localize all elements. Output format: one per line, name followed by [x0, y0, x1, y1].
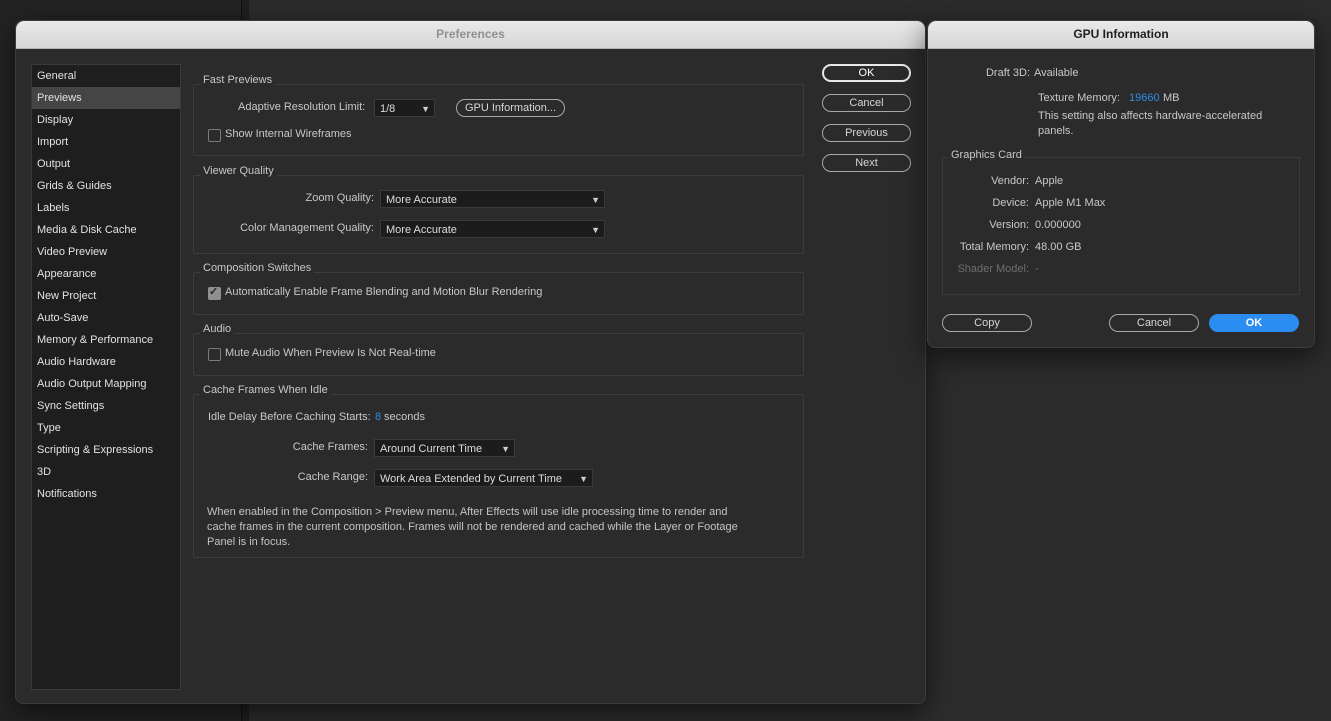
sidebar-item-type[interactable]: Type	[32, 417, 180, 439]
cache-range-label: Cache Range:	[297, 471, 368, 483]
sidebar-item-audio-hardware[interactable]: Audio Hardware	[32, 351, 180, 373]
sidebar-item-auto-save[interactable]: Auto-Save	[32, 307, 180, 329]
preferences-dialog: Preferences General Previews Display Import…	[15, 20, 926, 704]
version-value: 0.000000	[1035, 219, 1081, 231]
preferences-title: Preferences	[16, 21, 925, 49]
show-wireframes-checkbox[interactable]	[208, 129, 221, 142]
sidebar-item-labels[interactable]: Labels	[32, 197, 180, 219]
draft-3d-label: Draft 3D:	[985, 67, 1030, 79]
gpu-information-button[interactable]: GPU Information...	[456, 99, 565, 117]
sidebar-item-video-preview[interactable]: Video Preview	[32, 241, 180, 263]
sidebar-item-display[interactable]: Display	[32, 109, 180, 131]
texture-memory-note: This setting also affects hardware-accel…	[1038, 110, 1263, 122]
viewer-quality-title: Viewer Quality	[200, 165, 277, 177]
cache-description: When enabled in the Composition > Previe…	[207, 505, 752, 550]
color-management-label: Color Management Quality:	[240, 222, 374, 234]
sidebar-item-notifications[interactable]: Notifications	[32, 483, 180, 505]
gpu-cancel-button[interactable]: Cancel	[1109, 314, 1199, 332]
device-value: Apple M1 Max	[1035, 197, 1106, 209]
cache-description-line: Panel is in focus.	[207, 536, 291, 548]
total-memory-value: 48.00 GB	[1035, 241, 1082, 253]
gpu-information-dialog: GPU Information Draft 3D: Available Text…	[927, 20, 1315, 348]
cache-frames-label: Cache Frames:	[292, 441, 368, 453]
copy-button[interactable]: Copy	[942, 314, 1032, 332]
gpu-information-title: GPU Information	[928, 21, 1314, 49]
audio-group: Audio Mute Audio When Preview Is Not Rea…	[193, 323, 804, 376]
sidebar-item-new-project[interactable]: New Project	[32, 285, 180, 307]
cache-frames-select[interactable]: Around Current Time ▼	[374, 439, 515, 457]
sidebar-item-general[interactable]: General	[32, 65, 180, 87]
chevron-down-icon: ▼	[591, 225, 600, 235]
zoom-quality-select[interactable]: More Accurate ▼	[380, 190, 605, 208]
shader-model-value: -	[1035, 263, 1039, 275]
color-management-value: More Accurate	[386, 224, 457, 236]
texture-memory-note: panels.	[1038, 125, 1074, 137]
sidebar-item-grids-guides[interactable]: Grids & Guides	[32, 175, 180, 197]
cache-range-select[interactable]: Work Area Extended by Current Time ▼	[374, 469, 593, 487]
texture-memory-label: Texture Memory:	[1038, 92, 1120, 104]
audio-title: Audio	[200, 323, 235, 335]
composition-switches-title: Composition Switches	[200, 262, 315, 274]
sidebar-item-media-disk-cache[interactable]: Media & Disk Cache	[32, 219, 180, 241]
adaptive-resolution-label: Adaptive Resolution Limit:	[238, 101, 366, 113]
checkmark-icon: ✓	[209, 286, 219, 298]
cache-range-value: Work Area Extended by Current Time	[380, 473, 562, 485]
mute-audio-label: Mute Audio When Preview Is Not Real-time	[225, 347, 436, 359]
idle-delay-value[interactable]: 8	[375, 411, 381, 423]
next-button[interactable]: Next	[822, 154, 911, 172]
chevron-down-icon: ▼	[421, 104, 430, 114]
cache-frames-title: Cache Frames When Idle	[200, 384, 331, 396]
sidebar-item-memory-performance[interactable]: Memory & Performance	[32, 329, 180, 351]
previous-button[interactable]: Previous	[822, 124, 911, 142]
show-wireframes-label: Show Internal Wireframes	[225, 128, 352, 140]
frame-blending-label: Automatically Enable Frame Blending and …	[225, 286, 543, 298]
graphics-card-title: Graphics Card	[948, 149, 1025, 161]
sidebar-item-sync-settings[interactable]: Sync Settings	[32, 395, 180, 417]
sidebar-item-scripting-expressions[interactable]: Scripting & Expressions	[32, 439, 180, 461]
sidebar-item-audio-output-mapping[interactable]: Audio Output Mapping	[32, 373, 180, 395]
draft-3d-value: Available	[1034, 67, 1079, 79]
color-management-select[interactable]: More Accurate ▼	[380, 220, 605, 238]
texture-memory-value[interactable]: 19660	[1129, 92, 1160, 104]
cache-description-line: When enabled in the Composition > Previe…	[207, 506, 728, 518]
sidebar-item-previews[interactable]: Previews	[32, 87, 180, 109]
zoom-quality-label: Zoom Quality:	[305, 192, 374, 204]
vendor-value: Apple	[1035, 175, 1064, 187]
sidebar-item-output[interactable]: Output	[32, 153, 180, 175]
adaptive-resolution-value: 1/8	[380, 103, 396, 115]
cancel-button[interactable]: Cancel	[822, 94, 911, 112]
sidebar-item-3d[interactable]: 3D	[32, 461, 180, 483]
cache-frames-value: Around Current Time	[380, 443, 483, 455]
chevron-down-icon: ▼	[579, 474, 588, 484]
idle-delay-label: Idle Delay Before Caching Starts:	[208, 411, 371, 423]
version-label: Version:	[989, 219, 1029, 231]
chevron-down-icon: ▼	[591, 195, 600, 205]
vendor-label: Vendor:	[991, 175, 1029, 187]
idle-delay-unit: seconds	[384, 411, 425, 423]
adaptive-resolution-select[interactable]: 1/8 ▼	[374, 99, 435, 117]
chevron-down-icon: ▼	[501, 444, 510, 454]
graphics-card-group: Graphics Card Vendor: Apple Device: Appl…	[942, 149, 1300, 295]
zoom-quality-value: More Accurate	[386, 194, 457, 206]
mute-audio-checkbox[interactable]	[208, 348, 221, 361]
composition-switches-group: Composition Switches ✓ Automatically Ena…	[193, 262, 804, 315]
ok-button[interactable]: OK	[822, 64, 911, 82]
shader-model-label: Shader Model:	[957, 263, 1029, 275]
sidebar-item-import[interactable]: Import	[32, 131, 180, 153]
gpu-ok-button[interactable]: OK	[1209, 314, 1299, 332]
cache-description-line: cache frames in the current composition.…	[207, 521, 738, 533]
preferences-sidebar: General Previews Display Import Output Grids …	[31, 64, 181, 690]
device-label: Device:	[992, 197, 1029, 209]
texture-memory-unit: MB	[1163, 92, 1180, 104]
viewer-quality-group: Viewer Quality Zoom Quality: More Accura…	[193, 165, 804, 254]
frame-blending-checkbox[interactable]: ✓	[208, 286, 221, 300]
fast-previews-title: Fast Previews	[200, 74, 276, 86]
sidebar-item-appearance[interactable]: Appearance	[32, 263, 180, 285]
total-memory-label: Total Memory:	[959, 241, 1029, 253]
fast-previews-group: Fast Previews Adaptive Resolution Limit:…	[193, 74, 804, 156]
